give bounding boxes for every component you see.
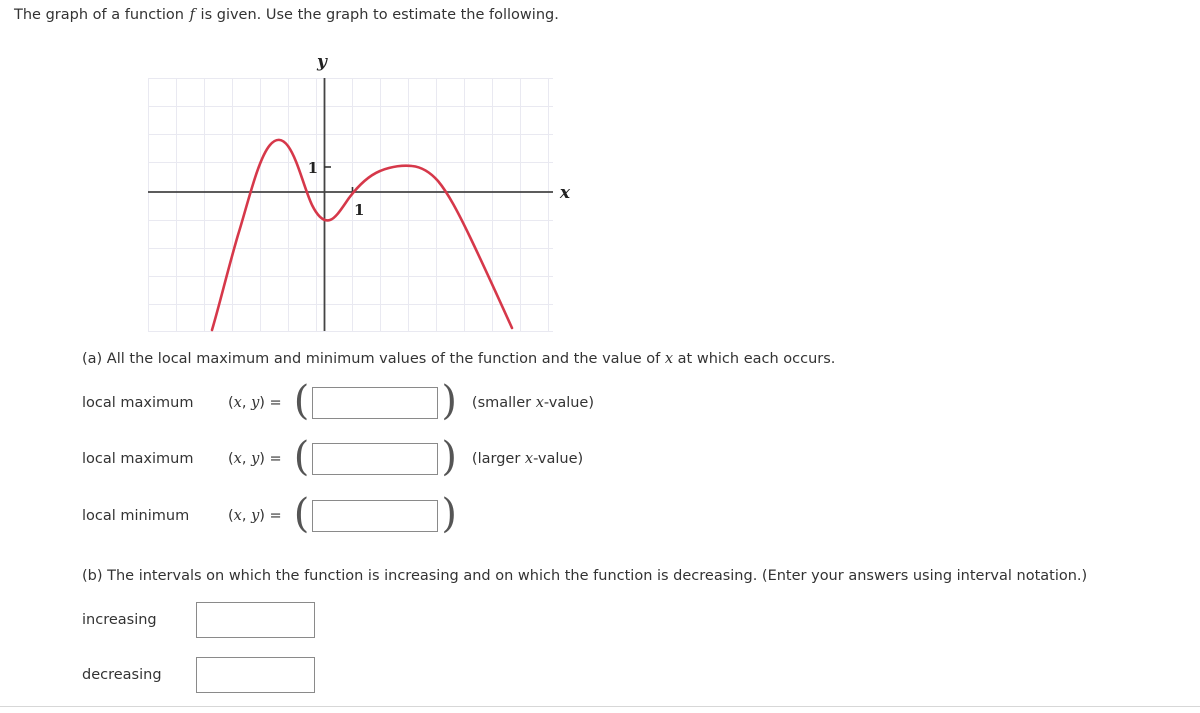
local-minimum-row: local minimum (x, y) = ( ) <box>82 491 460 537</box>
left-paren-1: ( <box>293 378 310 424</box>
larger-x-value-note: (larger x-value) <box>471 451 584 467</box>
local-maximum-larger-row: local maximum (x, y) = ( ) (larger x-val… <box>82 434 584 480</box>
right-paren-1: ) <box>441 378 457 424</box>
bottom-divider <box>0 706 1200 707</box>
row-label-local-maximum-larger: local maximum <box>82 451 194 467</box>
exercise-prompt: The graph of a function f is given. Use … <box>14 7 559 23</box>
part-a-question-var: x <box>664 351 674 367</box>
row-label-decreasing: decreasing <box>82 667 162 683</box>
part-a-question: (a) All the local maximum and minimum va… <box>82 351 835 367</box>
function-curve <box>210 138 514 332</box>
right-paren-2: ) <box>441 434 457 480</box>
exercise-page: The graph of a function f is given. Use … <box>0 0 1200 713</box>
part-a-question-suffix: at which each occurs. <box>677 351 836 367</box>
decreasing-input[interactable] <box>196 657 315 693</box>
grid-lines <box>148 78 553 332</box>
function-graph: y x 1 1 <box>130 45 590 345</box>
row-label-increasing: increasing <box>82 612 157 628</box>
y-tick-label-one: 1 <box>308 159 318 177</box>
coordinate-equals-label-1: (x, y) = <box>228 395 282 411</box>
graph-svg: y x 1 1 <box>148 52 571 332</box>
local-maximum-smaller-input[interactable] <box>312 387 439 419</box>
part-a-question-prefix: (a) All the local maximum and minimum va… <box>82 351 661 367</box>
x-axis-label: x <box>559 183 571 203</box>
tick-marks <box>324 166 354 194</box>
local-maximum-smaller-row: local maximum (x, y) = ( ) (smaller x-va… <box>82 378 594 424</box>
smaller-x-value-note: (smaller x-value) <box>471 395 594 411</box>
y-axis-label: y <box>316 52 328 72</box>
x-tick-label-one: 1 <box>354 201 364 219</box>
left-paren-3: ( <box>293 491 310 537</box>
decreasing-row: decreasing <box>82 657 315 693</box>
coordinate-equals-label-3: (x, y) = <box>228 508 282 524</box>
increasing-row: increasing <box>82 602 315 638</box>
local-maximum-larger-input[interactable] <box>312 443 439 475</box>
prompt-before: The graph of a function <box>14 7 184 23</box>
right-paren-3: ) <box>441 491 457 537</box>
coordinate-equals-label-2: (x, y) = <box>228 451 282 467</box>
prompt-function-symbol: f <box>189 7 195 23</box>
part-b-question: (b) The intervals on which the function … <box>82 568 1088 584</box>
increasing-input[interactable] <box>196 602 315 638</box>
left-paren-2: ( <box>293 434 310 480</box>
row-label-local-maximum-smaller: local maximum <box>82 395 194 411</box>
row-label-local-minimum: local minimum <box>82 508 190 524</box>
local-minimum-input[interactable] <box>312 500 439 532</box>
prompt-after: is given. Use the graph to estimate the … <box>200 7 559 23</box>
